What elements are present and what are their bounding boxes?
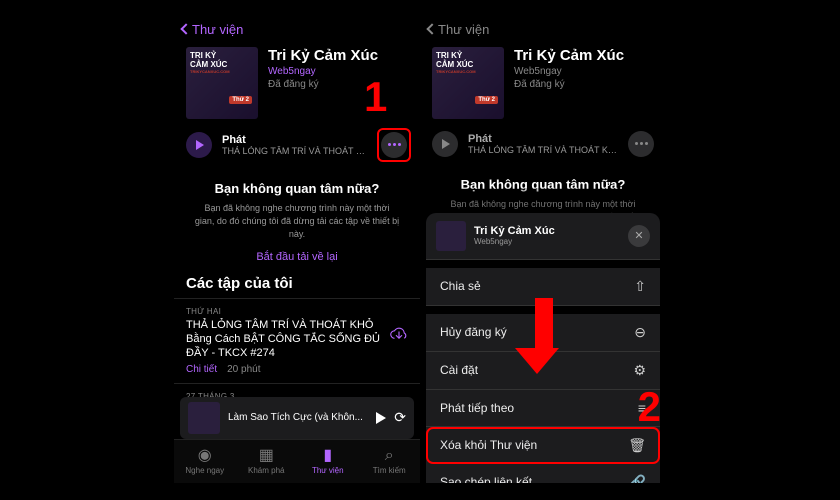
podcast-title: Tri Kỷ Cảm Xúc	[514, 47, 654, 64]
mini-title: Làm Sao Tích Cực (và Khôn...	[228, 412, 368, 423]
podcast-cover[interactable]: TRI KỶ CẢM XÚC Thứ 2 TRIKYCANXUC.COM	[186, 47, 258, 119]
episode-item[interactable]: THỨ HAI THẢ LỎNG TÂM TRÍ VÀ THOÁT KHỎ Bằ…	[174, 298, 420, 383]
mini-forward-icon[interactable]: ⟳	[394, 409, 406, 426]
sheet-remove-library[interactable]: Xóa khỏi Thư viện 🗑	[426, 427, 660, 464]
grid-icon: ▦	[259, 448, 274, 464]
tab-library[interactable]: ▮ Thư viện	[297, 440, 359, 483]
podcast-title: Tri Kỷ Cảm Xúc	[268, 47, 408, 64]
play-circle-icon: ◉	[198, 448, 212, 464]
sheet-settings[interactable]: Cài đặt ⚙	[426, 352, 660, 390]
play-label: Phát	[222, 134, 370, 146]
podcast-cover: TRI KỶ CẢM XÚC Thứ 2 TRIKYCANXUC.COM	[432, 47, 504, 119]
link-icon: 🔗	[629, 474, 646, 483]
play-icon	[196, 140, 204, 150]
chevron-left-icon	[426, 23, 437, 34]
play-icon	[442, 139, 450, 149]
chevron-left-icon	[180, 23, 191, 34]
nav-back[interactable]: Thư viện	[174, 18, 420, 41]
sheet-unsubscribe[interactable]: Hủy đăng ký ⊖	[426, 314, 660, 352]
play-track-title: THẢ LỎNG TÂM TRÍ VÀ THOÁT KHỎ BẰ...	[222, 146, 370, 156]
library-icon: ▮	[323, 448, 332, 464]
more-button[interactable]	[381, 132, 407, 158]
share-icon: ⇧	[634, 278, 646, 295]
search-icon: ⌕	[385, 448, 394, 464]
tab-listen[interactable]: ◉ Nghe ngay	[174, 440, 236, 483]
more-button	[628, 131, 654, 157]
tab-discover[interactable]: ▦ Khám phá	[236, 440, 298, 483]
podcast-author[interactable]: Web5ngay	[268, 66, 408, 77]
sheet-copy-link[interactable]: Sao chép liên kết 🔗	[426, 464, 660, 483]
resume-download-link[interactable]: Bắt đầu tải về lại	[194, 251, 400, 263]
play-button	[432, 131, 458, 157]
mini-cover	[188, 402, 220, 434]
phone-screen-2: Thư viện TRI KỶ CẢM XÚC Thứ 2 TRIKYCANXU…	[420, 18, 666, 483]
my-episodes-heading: Các tập của tôi	[174, 275, 420, 298]
back-label: Thư viện	[438, 22, 489, 37]
mini-player[interactable]: Làm Sao Tích Cực (và Khôn... ⟳	[180, 397, 414, 439]
nav-back[interactable]: Thư viện	[420, 18, 666, 41]
notice-body: Bạn đã không nghe chương trình này một t…	[194, 202, 400, 241]
subscribed-status: Đã đăng ký	[268, 79, 408, 90]
trash-icon: 🗑	[628, 437, 646, 454]
sheet-play-next[interactable]: Phát tiếp theo ≡	[426, 390, 660, 427]
notice-heading: Bạn không quan tâm nữa?	[194, 181, 400, 196]
back-label: Thư viện	[192, 22, 243, 37]
minus-circle-icon: ⊖	[634, 324, 646, 341]
action-sheet: Tri Kỷ Cảm Xúc Web5ngay ✕ Chia sẻ ⇧ Hủy …	[426, 213, 660, 483]
tab-search[interactable]: ⌕ Tìm kiếm	[359, 440, 421, 483]
mini-play-icon[interactable]	[376, 412, 386, 424]
sheet-share[interactable]: Chia sẻ ⇧	[426, 268, 660, 306]
subscribed-status: Đã đăng ký	[514, 79, 654, 90]
gear-icon: ⚙	[633, 362, 646, 379]
play-button[interactable]	[186, 132, 212, 158]
close-button[interactable]: ✕	[628, 225, 650, 247]
sheet-cover	[436, 221, 466, 251]
close-icon: ✕	[634, 229, 643, 242]
download-icon[interactable]	[390, 326, 408, 343]
queue-icon: ≡	[638, 400, 646, 416]
phone-screen-1: Thư viện TRI KỶ CẢM XÚC Thứ 2 TRIKYCANXU…	[174, 18, 420, 483]
tab-bar: ◉ Nghe ngay ▦ Khám phá ▮ Thư viện ⌕ Tìm …	[174, 439, 420, 483]
detail-link[interactable]: Chi tiết	[186, 364, 217, 375]
podcast-author: Web5ngay	[514, 66, 654, 77]
